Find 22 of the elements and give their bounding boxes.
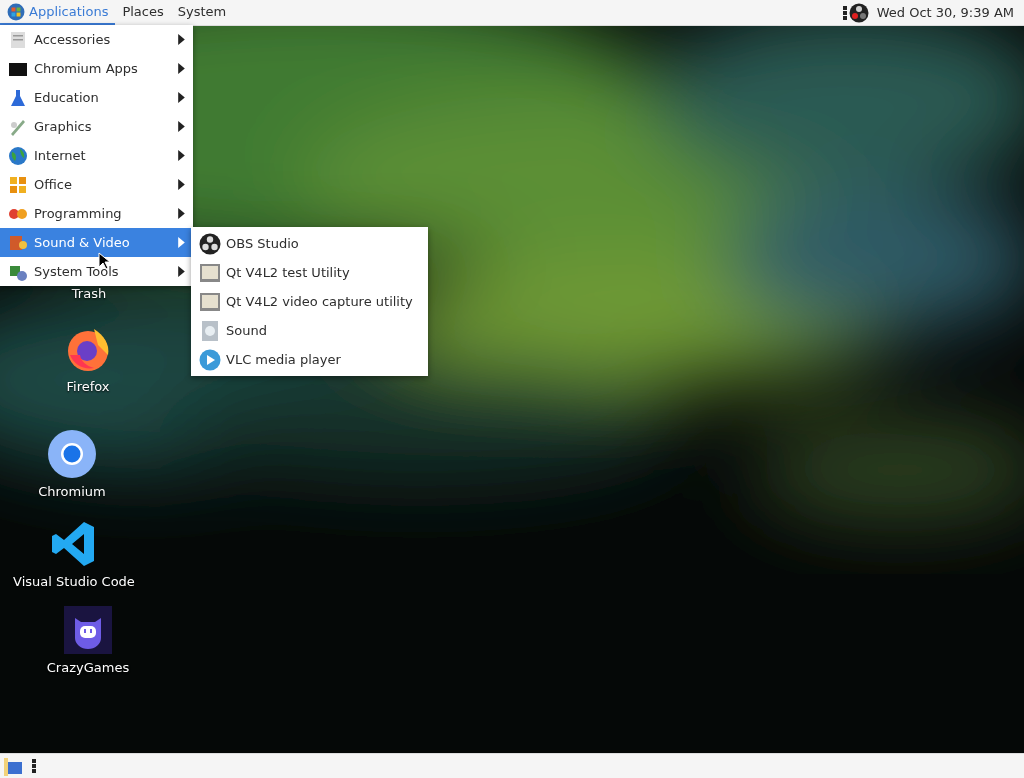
desktop-icon-label[interactable]: Trash	[71, 286, 107, 301]
menu-item[interactable]: OBS Studio	[191, 229, 428, 258]
menu-item[interactable]: Graphics	[0, 112, 193, 141]
clock[interactable]: Wed Oct 30, 9:39 AM	[876, 5, 1014, 20]
menu-item[interactable]: Qt V4L2 test Utility	[191, 258, 428, 287]
menu-item[interactable]: Accessories	[0, 25, 193, 54]
menu-item[interactable]: Qt V4L2 video capture utility	[191, 287, 428, 316]
panel-menu[interactable]: Places	[115, 0, 171, 25]
menu-item[interactable]: Sound & Video	[0, 228, 193, 257]
menu-item[interactable]: Programming	[0, 199, 193, 228]
menu-item[interactable]: Internet	[0, 141, 193, 170]
menu-item[interactable]: System Tools	[0, 257, 193, 286]
menu-item[interactable]: VLC media player	[191, 345, 428, 374]
menu-item[interactable]: Office	[0, 170, 193, 199]
menu-item[interactable]: Chromium Apps	[0, 54, 193, 83]
panel-menu[interactable]: System	[170, 0, 234, 25]
menu-item[interactable]: Sound	[191, 316, 428, 345]
desktop-icon-label[interactable]: Chromium	[38, 484, 106, 499]
desktop-icon-label[interactable]: Firefox	[66, 379, 110, 394]
desktop-icon-label[interactable]: CrazyGames	[46, 660, 130, 675]
menu-item[interactable]: Education	[0, 83, 193, 112]
desktop-icon-label[interactable]: Visual Studio Code	[13, 574, 135, 589]
